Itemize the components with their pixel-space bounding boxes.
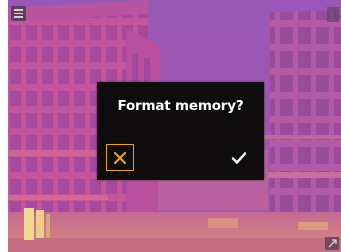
checkmark-icon — [231, 151, 247, 164]
menu-icon — [14, 9, 23, 11]
expand-button[interactable] — [325, 237, 339, 250]
cancel-button[interactable] — [106, 144, 134, 171]
confirm-button[interactable] — [225, 144, 253, 171]
status-indicator — [327, 7, 339, 22]
expand-icon — [328, 239, 337, 248]
dialog-title: Format memory? — [117, 98, 244, 114]
close-icon — [113, 151, 127, 164]
thermal-camera-screen: Format memory? — [8, 0, 341, 252]
menu-button[interactable] — [11, 6, 26, 21]
menu-icon-line — [14, 16, 23, 18]
menu-icon-line — [14, 12, 23, 15]
format-memory-dialog: Format memory? — [97, 82, 264, 180]
